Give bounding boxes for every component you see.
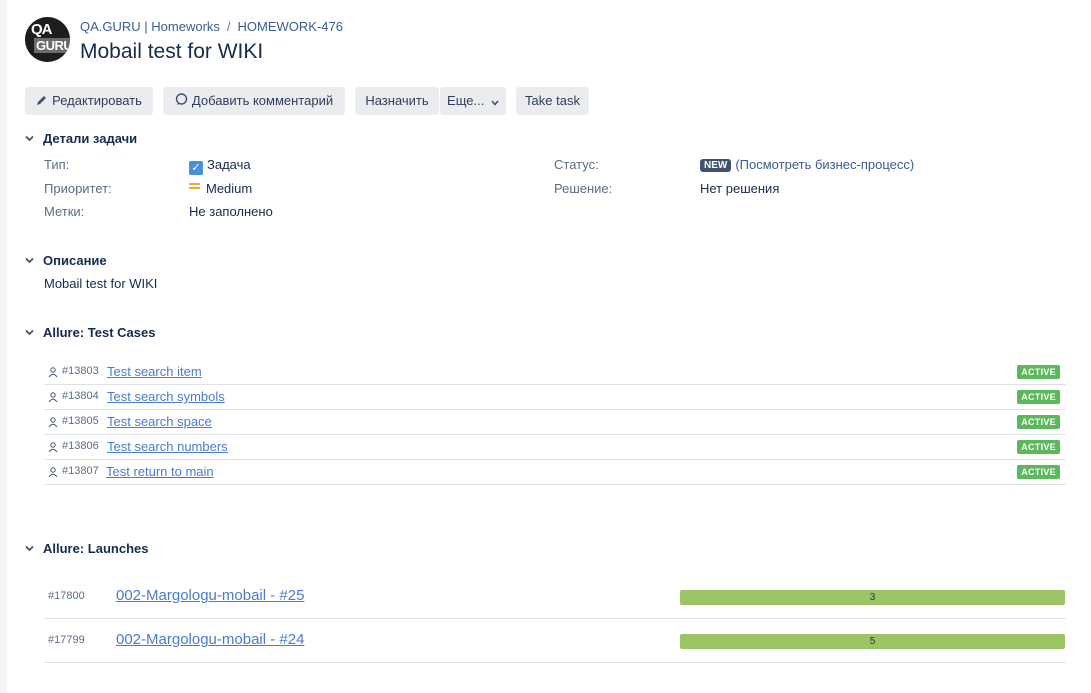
test-case-id: #13805 [62, 415, 99, 427]
status-label: Статус: [554, 157, 599, 172]
breadcrumb: QA.GURU | Homeworks / HOMEWORK-476 [80, 19, 343, 34]
priority-label: Приоритет: [44, 181, 112, 196]
description-section-toggle[interactable]: Описание [25, 253, 107, 268]
chevron-down-icon [491, 88, 499, 116]
priority-value-text: Medium [206, 181, 253, 196]
test-case-row: #13806 Test search numbers ACTIVE [44, 435, 1066, 460]
chevron-down-icon [25, 328, 35, 339]
test-cases-section-toggle[interactable]: Allure: Test Cases [25, 325, 155, 340]
launch-row: #17800 002-Margologu-mobail - #25 3 [44, 575, 1066, 619]
breadcrumb-separator: / [226, 19, 231, 34]
logo-text-bottom: GURU [34, 38, 70, 53]
resolution-label: Решение: [554, 181, 613, 196]
resolution-value: Нет решения [700, 181, 780, 196]
test-case-link[interactable]: Test search numbers [107, 439, 228, 454]
chevron-down-icon [25, 544, 35, 555]
status-badge: NEW [700, 159, 732, 172]
project-avatar-logo[interactable]: QA GURU [25, 17, 70, 62]
status-badge: ACTIVE [1017, 415, 1060, 429]
status-badge: ACTIVE [1017, 440, 1060, 454]
launch-list: #17800 002-Margologu-mobail - #25 3 #177… [44, 575, 1066, 663]
test-case-row: #13807 Test return to main ACTIVE [44, 460, 1066, 485]
launches-section-title: Allure: Launches [43, 541, 149, 556]
user-icon [48, 367, 58, 377]
user-icon [48, 417, 58, 427]
left-edge-strip [0, 0, 7, 693]
launch-id: #17800 [48, 590, 85, 602]
more-dropdown-button[interactable]: Еще... [440, 87, 506, 115]
add-comment-button[interactable]: Добавить комментарий [163, 87, 345, 115]
chevron-down-icon [25, 134, 35, 145]
type-value-text: Задача [207, 157, 251, 172]
launch-link[interactable]: 002-Margologu-mobail - #24 [116, 631, 304, 648]
type-label: Тип: [44, 157, 70, 172]
description-text: Mobail test for WIKI [44, 276, 158, 291]
pencil-icon [36, 88, 48, 116]
launch-result-bar[interactable]: 5 [680, 634, 1065, 649]
test-case-link[interactable]: Test return to main [106, 464, 214, 479]
test-case-row: #13803 Test search item ACTIVE [44, 360, 1066, 385]
user-icon [48, 467, 58, 477]
details-section-toggle[interactable]: Детали задачи [25, 131, 137, 146]
launch-result-bar[interactable]: 3 [680, 590, 1065, 605]
test-case-id: #13803 [62, 365, 99, 377]
status-badge: ACTIVE [1017, 465, 1060, 479]
status-badge: ACTIVE [1017, 365, 1060, 379]
launch-link[interactable]: 002-Margologu-mobail - #25 [116, 587, 304, 604]
test-case-id: #13804 [62, 390, 99, 402]
test-case-id: #13806 [62, 440, 99, 452]
view-workflow-link[interactable]: (Посмотреть бизнес-процесс) [735, 157, 914, 172]
take-task-button[interactable]: Take task [516, 87, 589, 115]
chevron-down-icon [25, 256, 35, 267]
add-comment-button-label: Добавить комментарий [191, 93, 334, 108]
edit-button-label: Редактировать [52, 93, 142, 108]
launch-id: #17799 [48, 634, 85, 646]
labels-label: Метки: [44, 204, 85, 219]
launches-section-toggle[interactable]: Allure: Launches [25, 541, 148, 556]
test-case-link[interactable]: Test search symbols [107, 389, 225, 404]
details-section-title: Детали задачи [43, 131, 138, 146]
test-case-list: #13803 Test search item ACTIVE #13804 Te… [44, 360, 1066, 485]
labels-value: Не заполнено [189, 204, 273, 219]
edit-button[interactable]: Редактировать [25, 87, 153, 115]
description-section-title: Описание [43, 253, 107, 268]
task-type-icon: ✓ [189, 161, 203, 175]
test-cases-section-title: Allure: Test Cases [43, 325, 156, 340]
test-case-row: #13804 Test search symbols ACTIVE [44, 385, 1066, 410]
test-case-link[interactable]: Test search item [107, 364, 202, 379]
more-button-label: Еще... [447, 93, 485, 108]
user-icon [48, 442, 58, 452]
comment-icon [175, 88, 188, 116]
user-icon [48, 392, 58, 402]
assign-button[interactable]: Назначить [355, 87, 439, 115]
test-case-row: #13805 Test search space ACTIVE [44, 410, 1066, 435]
test-case-link[interactable]: Test search space [107, 414, 212, 429]
priority-value: Medium [189, 181, 252, 196]
status-value: NEW (Посмотреть бизнес-процесс) [700, 157, 914, 172]
breadcrumb-issue-key-link[interactable]: HOMEWORK-476 [238, 19, 343, 34]
launch-row: #17799 002-Margologu-mobail - #24 5 [44, 619, 1066, 663]
test-case-id: #13807 [62, 465, 99, 477]
logo-text-top: QA [31, 21, 52, 38]
type-value: ✓ Задача [189, 157, 251, 175]
priority-medium-icon [189, 181, 200, 191]
status-badge: ACTIVE [1017, 390, 1060, 404]
breadcrumb-project-link[interactable]: QA.GURU | Homeworks [80, 19, 220, 34]
page-title: Mobail test for WIKI [80, 40, 264, 63]
